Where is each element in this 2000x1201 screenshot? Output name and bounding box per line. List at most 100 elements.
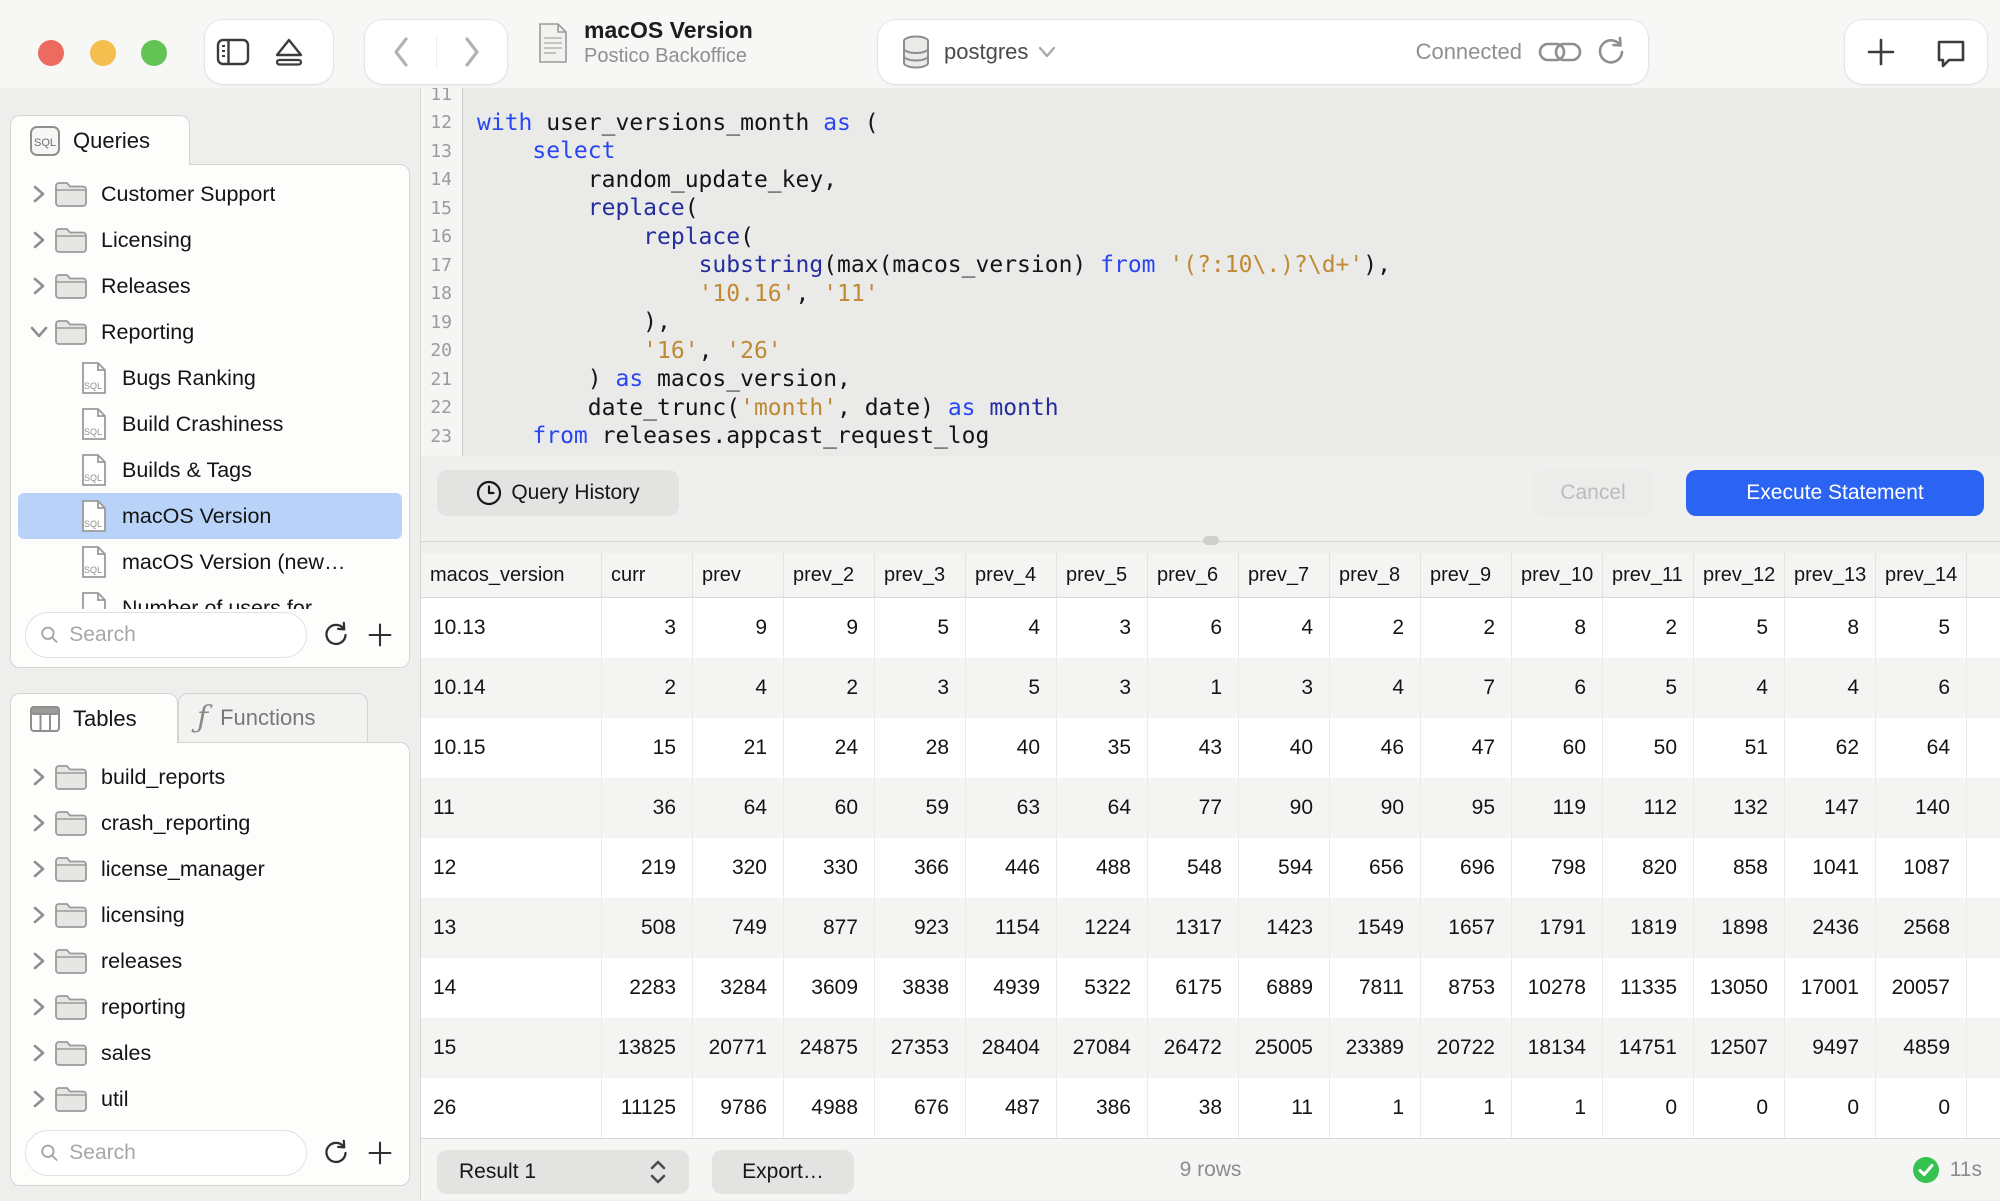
cell-prev[interactable]: 20771 <box>693 1018 784 1078</box>
query-item-macos-version-new[interactable]: SQLmacOS Version (new… <box>18 539 402 585</box>
column-header-prev_14[interactable]: prev_14 <box>1876 553 1967 597</box>
cell-prev_11[interactable]: 5 <box>1603 658 1694 718</box>
cell-prev_4[interactable]: 4 <box>966 598 1057 658</box>
code-line-19[interactable]: 19 ), <box>421 308 2000 337</box>
cell-prev_5[interactable]: 386 <box>1057 1078 1148 1138</box>
cell-prev_13[interactable]: 1041 <box>1785 838 1876 898</box>
query-item-builds-tags[interactable]: SQLBuilds & Tags <box>18 447 402 493</box>
cell-prev_10[interactable]: 18134 <box>1512 1018 1603 1078</box>
code-line-13[interactable]: 13 select <box>421 137 2000 166</box>
cell-prev_11[interactable]: 1819 <box>1603 898 1694 958</box>
disclosure-collapsed-icon[interactable] <box>31 904 47 926</box>
query-item-licensing[interactable]: Licensing <box>18 217 402 263</box>
cell-prev_13[interactable]: 147 <box>1785 778 1876 838</box>
disclosure-collapsed-icon[interactable] <box>31 183 47 205</box>
column-header-prev_5[interactable]: prev_5 <box>1057 553 1148 597</box>
export-button[interactable]: Export… <box>712 1150 854 1194</box>
code-line-16[interactable]: 16 replace( <box>421 223 2000 252</box>
disclosure-collapsed-icon[interactable] <box>31 766 47 788</box>
cell-prev_2[interactable]: 2 <box>784 658 875 718</box>
tables-add-button[interactable] <box>365 1138 395 1168</box>
cell-prev_10[interactable]: 1 <box>1512 1078 1603 1138</box>
cell-prev_3[interactable]: 676 <box>875 1078 966 1138</box>
queries-search-input[interactable] <box>67 622 292 648</box>
cell-prev_13[interactable]: 9497 <box>1785 1018 1876 1078</box>
cell-prev_14[interactable]: 6 <box>1876 658 1967 718</box>
cell-prev_6[interactable]: 6 <box>1148 598 1239 658</box>
query-item-customer-support[interactable]: Customer Support <box>18 171 402 217</box>
schema-item-sales[interactable]: sales <box>18 1030 402 1076</box>
cell-prev_3[interactable]: 28 <box>875 718 966 778</box>
cell-prev_14[interactable]: 64 <box>1876 718 1967 778</box>
cell-prev_4[interactable]: 487 <box>966 1078 1057 1138</box>
cell-prev_13[interactable]: 4 <box>1785 658 1876 718</box>
cell-curr[interactable]: 11125 <box>602 1078 693 1138</box>
code-line-14[interactable]: 14 random_update_key, <box>421 166 2000 195</box>
cell-prev_4[interactable]: 28404 <box>966 1018 1057 1078</box>
cell-prev[interactable]: 4 <box>693 658 784 718</box>
new-item-button[interactable] <box>1845 20 1916 84</box>
tab-functions[interactable]: ƒ Functions <box>178 693 368 743</box>
cell-prev_14[interactable]: 4859 <box>1876 1018 1967 1078</box>
disclosure-expanded-icon[interactable] <box>28 324 50 340</box>
tab-queries[interactable]: SQL Queries <box>10 115 190 165</box>
cell-prev[interactable]: 21 <box>693 718 784 778</box>
cell-prev_11[interactable]: 14751 <box>1603 1018 1694 1078</box>
cell-curr[interactable]: 15 <box>602 718 693 778</box>
cell-prev[interactable]: 64 <box>693 778 784 838</box>
cell-prev[interactable]: 749 <box>693 898 784 958</box>
cell-macos_version[interactable]: 10.15 <box>421 718 602 778</box>
cell-prev_9[interactable]: 1 <box>1421 1078 1512 1138</box>
cell-prev_9[interactable]: 696 <box>1421 838 1512 898</box>
cell-prev[interactable]: 3284 <box>693 958 784 1018</box>
cell-prev_14[interactable]: 0 <box>1876 1078 1967 1138</box>
cell-prev_2[interactable]: 24875 <box>784 1018 875 1078</box>
cell-prev_7[interactable]: 11 <box>1239 1078 1330 1138</box>
code-line-15[interactable]: 15 replace( <box>421 194 2000 223</box>
feedback-button[interactable] <box>1916 20 1986 84</box>
cell-macos_version[interactable]: 26 <box>421 1078 602 1138</box>
refresh-icon[interactable] <box>1596 36 1626 68</box>
schema-item-license-manager[interactable]: license_manager <box>18 846 402 892</box>
cell-prev_5[interactable]: 35 <box>1057 718 1148 778</box>
cell-prev_10[interactable]: 119 <box>1512 778 1603 838</box>
forward-button[interactable] <box>437 20 507 84</box>
cell-prev[interactable]: 9786 <box>693 1078 784 1138</box>
column-header-prev_11[interactable]: prev_11 <box>1603 553 1694 597</box>
disclosure-collapsed-icon[interactable] <box>31 229 47 251</box>
cell-prev_2[interactable]: 877 <box>784 898 875 958</box>
disclosure-collapsed-icon[interactable] <box>31 858 47 880</box>
cell-prev_8[interactable]: 2 <box>1330 598 1421 658</box>
cell-prev_10[interactable]: 60 <box>1512 718 1603 778</box>
cell-prev_4[interactable]: 40 <box>966 718 1057 778</box>
cell-prev_10[interactable]: 1791 <box>1512 898 1603 958</box>
cell-prev_9[interactable]: 20722 <box>1421 1018 1512 1078</box>
query-item-build-crashiness[interactable]: SQLBuild Crashiness <box>18 401 402 447</box>
column-header-prev_9[interactable]: prev_9 <box>1421 553 1512 597</box>
cell-prev_3[interactable]: 366 <box>875 838 966 898</box>
cell-prev_4[interactable]: 63 <box>966 778 1057 838</box>
cell-prev_8[interactable]: 656 <box>1330 838 1421 898</box>
cell-prev_3[interactable]: 59 <box>875 778 966 838</box>
cell-prev_13[interactable]: 17001 <box>1785 958 1876 1018</box>
cell-prev_11[interactable]: 11335 <box>1603 958 1694 1018</box>
cell-prev[interactable]: 320 <box>693 838 784 898</box>
cell-prev_9[interactable]: 2 <box>1421 598 1512 658</box>
toggle-sidebar-button[interactable] <box>205 20 261 84</box>
cell-prev_9[interactable]: 1657 <box>1421 898 1512 958</box>
cell-curr[interactable]: 13825 <box>602 1018 693 1078</box>
schema-item-util[interactable]: util <box>18 1076 402 1122</box>
code-line-23[interactable]: 23 from releases.appcast_request_log <box>421 422 2000 451</box>
cell-prev_3[interactable]: 27353 <box>875 1018 966 1078</box>
cell-prev_12[interactable]: 4 <box>1694 658 1785 718</box>
column-header-prev_12[interactable]: prev_12 <box>1694 553 1785 597</box>
cell-curr[interactable]: 219 <box>602 838 693 898</box>
disclosure-collapsed-icon[interactable] <box>31 275 47 297</box>
cell-macos_version[interactable]: 15 <box>421 1018 602 1078</box>
cell-prev_10[interactable]: 798 <box>1512 838 1603 898</box>
cell-prev_14[interactable]: 20057 <box>1876 958 1967 1018</box>
code-line-12[interactable]: 12with user_versions_month as ( <box>421 109 2000 138</box>
schema-item-reporting[interactable]: reporting <box>18 984 402 1030</box>
cell-prev_13[interactable]: 2436 <box>1785 898 1876 958</box>
database-selector[interactable]: postgres <box>944 39 1028 65</box>
